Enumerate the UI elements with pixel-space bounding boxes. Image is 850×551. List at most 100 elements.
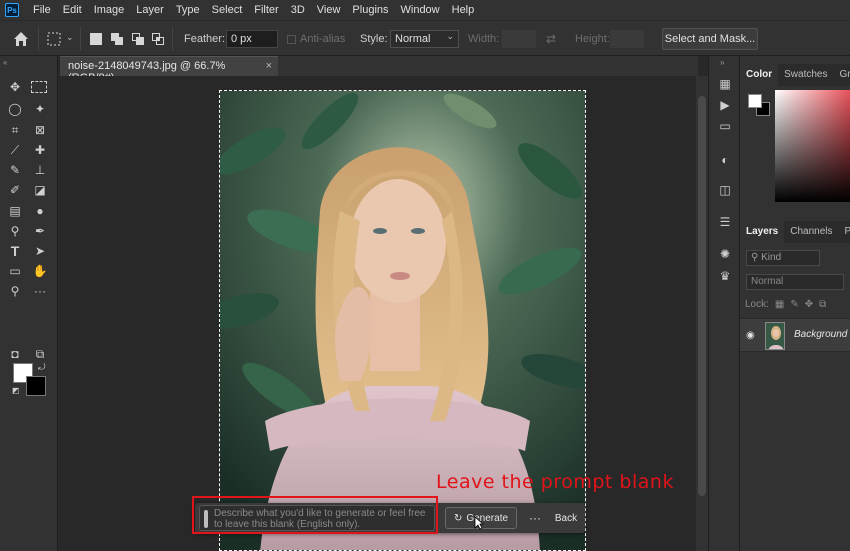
menu-edit[interactable]: Edit [57,0,88,20]
more-options-button[interactable]: ··· [525,507,545,529]
blend-mode-select[interactable]: Normal [746,274,844,290]
home-icon[interactable] [12,30,30,48]
foreground-color-chip[interactable] [748,94,762,108]
hand-tool-icon[interactable]: ✋ [31,262,49,280]
menu-file[interactable]: File [27,0,57,20]
lasso-tool-icon[interactable]: ◯ [6,100,24,118]
crop-tool-icon[interactable]: ⌗ [6,121,24,139]
dodge-tool-icon[interactable]: ⚲ [6,222,24,240]
menu-3d[interactable]: 3D [285,0,311,20]
select-and-mask-button[interactable]: Select and Mask... [662,28,758,50]
eraser-tool-icon[interactable]: ◪ [31,181,49,199]
layer-row-background[interactable]: ◉ Background [740,318,850,352]
tab-swatches[interactable]: Swatches [778,64,833,86]
tab-gradients[interactable]: Gr [833,64,850,86]
swap-dimensions-icon[interactable]: ⇄ [546,32,556,46]
layer-thumbnail [765,322,785,350]
back-button[interactable]: Back [551,507,581,529]
libraries-panel-icon[interactable]: ◫ [717,182,733,198]
marquee-tool-preset-icon[interactable] [47,32,61,46]
history-panel-icon[interactable]: ▦ [717,76,733,92]
tab-layers[interactable]: Layers [740,221,785,243]
height-input[interactable] [610,30,644,48]
gradient-tool-icon[interactable]: ▤ [6,202,24,220]
chevron-down-icon[interactable]: ⌄ [66,32,74,43]
lock-pixels-icon[interactable]: ✎ [790,299,798,310]
feather-input[interactable]: 0 px [226,30,278,48]
path-selection-tool-icon[interactable]: ➤ [31,242,49,260]
eyedropper-tool-icon[interactable]: ⟋ [6,141,24,159]
tools-panel: « ✥ ◯ ✦ ⌗ ⊠ ⟋ ✚ ✎ ⊥ ✐ ◪ ▤ ● ⚲ ✒ T ➤ ▭ ✋ … [0,56,58,551]
quick-mask-icon[interactable]: ◘ [6,345,24,363]
menu-help[interactable]: Help [446,0,481,20]
blur-tool-icon[interactable]: ● [31,202,49,220]
menu-filter[interactable]: Filter [248,0,284,20]
background-color-swatch[interactable] [26,376,46,396]
history-brush-tool-icon[interactable]: ✐ [6,181,24,199]
annotation-text: Leave the prompt blank [436,471,674,493]
options-bar: ⌄ Feather: 0 px Anti-alias Style: Normal… [0,20,850,56]
healing-brush-tool-icon[interactable]: ✚ [31,141,49,159]
chevron-down-icon: ⌄ [446,31,454,41]
new-selection-icon[interactable] [90,33,102,45]
menu-select[interactable]: Select [206,0,249,20]
rectangle-tool-icon[interactable]: ▭ [6,262,24,280]
feather-label: Feather: [184,33,225,45]
brushes-panel-icon[interactable]: ♛ [717,268,733,284]
type-tool-icon[interactable]: T [6,242,24,260]
tab-color[interactable]: Color [740,64,779,86]
screen-mode-icon[interactable]: ⧉ [31,345,49,363]
clone-stamp-tool-icon[interactable]: ⊥ [31,161,49,179]
swap-colors-icon[interactable]: ⤾ [38,362,46,373]
menu-window[interactable]: Window [395,0,446,20]
anti-alias-checkbox[interactable] [287,35,296,44]
menu-view[interactable]: View [311,0,347,20]
menu-layer[interactable]: Layer [130,0,170,20]
intersect-selection-icon[interactable] [152,33,164,45]
vertical-scrollbar[interactable] [696,76,708,551]
default-colors-icon[interactable]: ◩ [12,386,20,395]
lock-label: Lock: [745,299,769,310]
generate-label: Generate [466,512,509,524]
magic-wand-tool-icon[interactable]: ✦ [31,100,49,118]
tab-channels[interactable]: Channels [784,221,838,243]
annotation-highlight-box [192,496,438,534]
pen-tool-icon[interactable]: ✒ [31,222,49,240]
tab-paths[interactable]: P [839,221,850,243]
document-tab-bar: noise-2148049743.jpg @ 66.7% (RGB/8#) × [60,56,698,84]
properties-panel-icon[interactable]: ☰ [717,214,733,230]
menu-plugins[interactable]: Plugins [346,0,394,20]
lock-position-icon[interactable]: ✥ [805,299,813,310]
color-panel-tabs: Color Swatches Gr [740,64,850,86]
document-tab[interactable]: noise-2148049743.jpg @ 66.7% (RGB/8#) × [60,56,278,84]
comments-panel-icon[interactable]: ▭ [717,118,733,134]
more-tools-icon[interactable]: ··· [31,282,49,300]
menu-type[interactable]: Type [170,0,206,20]
menu-bar: Ps File Edit Image Layer Type Select Fil… [0,0,850,20]
close-icon[interactable]: × [266,60,272,72]
style-select[interactable]: Normal ⌄ [390,30,459,48]
lock-transparent-icon[interactable]: ▦ [775,299,784,310]
brush-settings-icon[interactable]: ✺ [717,246,733,262]
color-picker-field[interactable] [775,90,850,202]
menu-image[interactable]: Image [88,0,131,20]
collapse-panel-icon[interactable]: » [720,58,724,67]
brush-tool-icon[interactable]: ✎ [6,161,24,179]
photoshop-logo-icon: Ps [5,3,19,17]
panel-icon-strip: » ▦ ▶ ▭ ◐ ◫ ☰ ✺ ♛ [708,56,740,551]
zoom-tool-icon[interactable]: ⚲ [6,282,24,300]
rectangular-marquee-tool-icon[interactable] [31,81,47,93]
subtract-from-selection-icon[interactable] [132,33,144,45]
layer-filter-kind-select[interactable]: ⚲ Kind [746,250,820,266]
lock-artboard-icon[interactable]: ⧉ [819,299,826,310]
adjustments-panel-icon[interactable]: ◐ [717,152,733,168]
width-input[interactable] [502,30,536,48]
style-select-value: Normal [395,33,431,45]
frame-tool-icon[interactable]: ⊠ [31,121,49,139]
move-tool-icon[interactable]: ✥ [6,78,24,96]
add-to-selection-icon[interactable] [111,33,123,45]
collapse-panel-icon[interactable]: « [3,58,7,67]
visibility-eye-icon[interactable]: ◉ [746,330,755,341]
scrollbar-thumb[interactable] [698,96,706,496]
actions-panel-icon[interactable]: ▶ [717,97,733,113]
